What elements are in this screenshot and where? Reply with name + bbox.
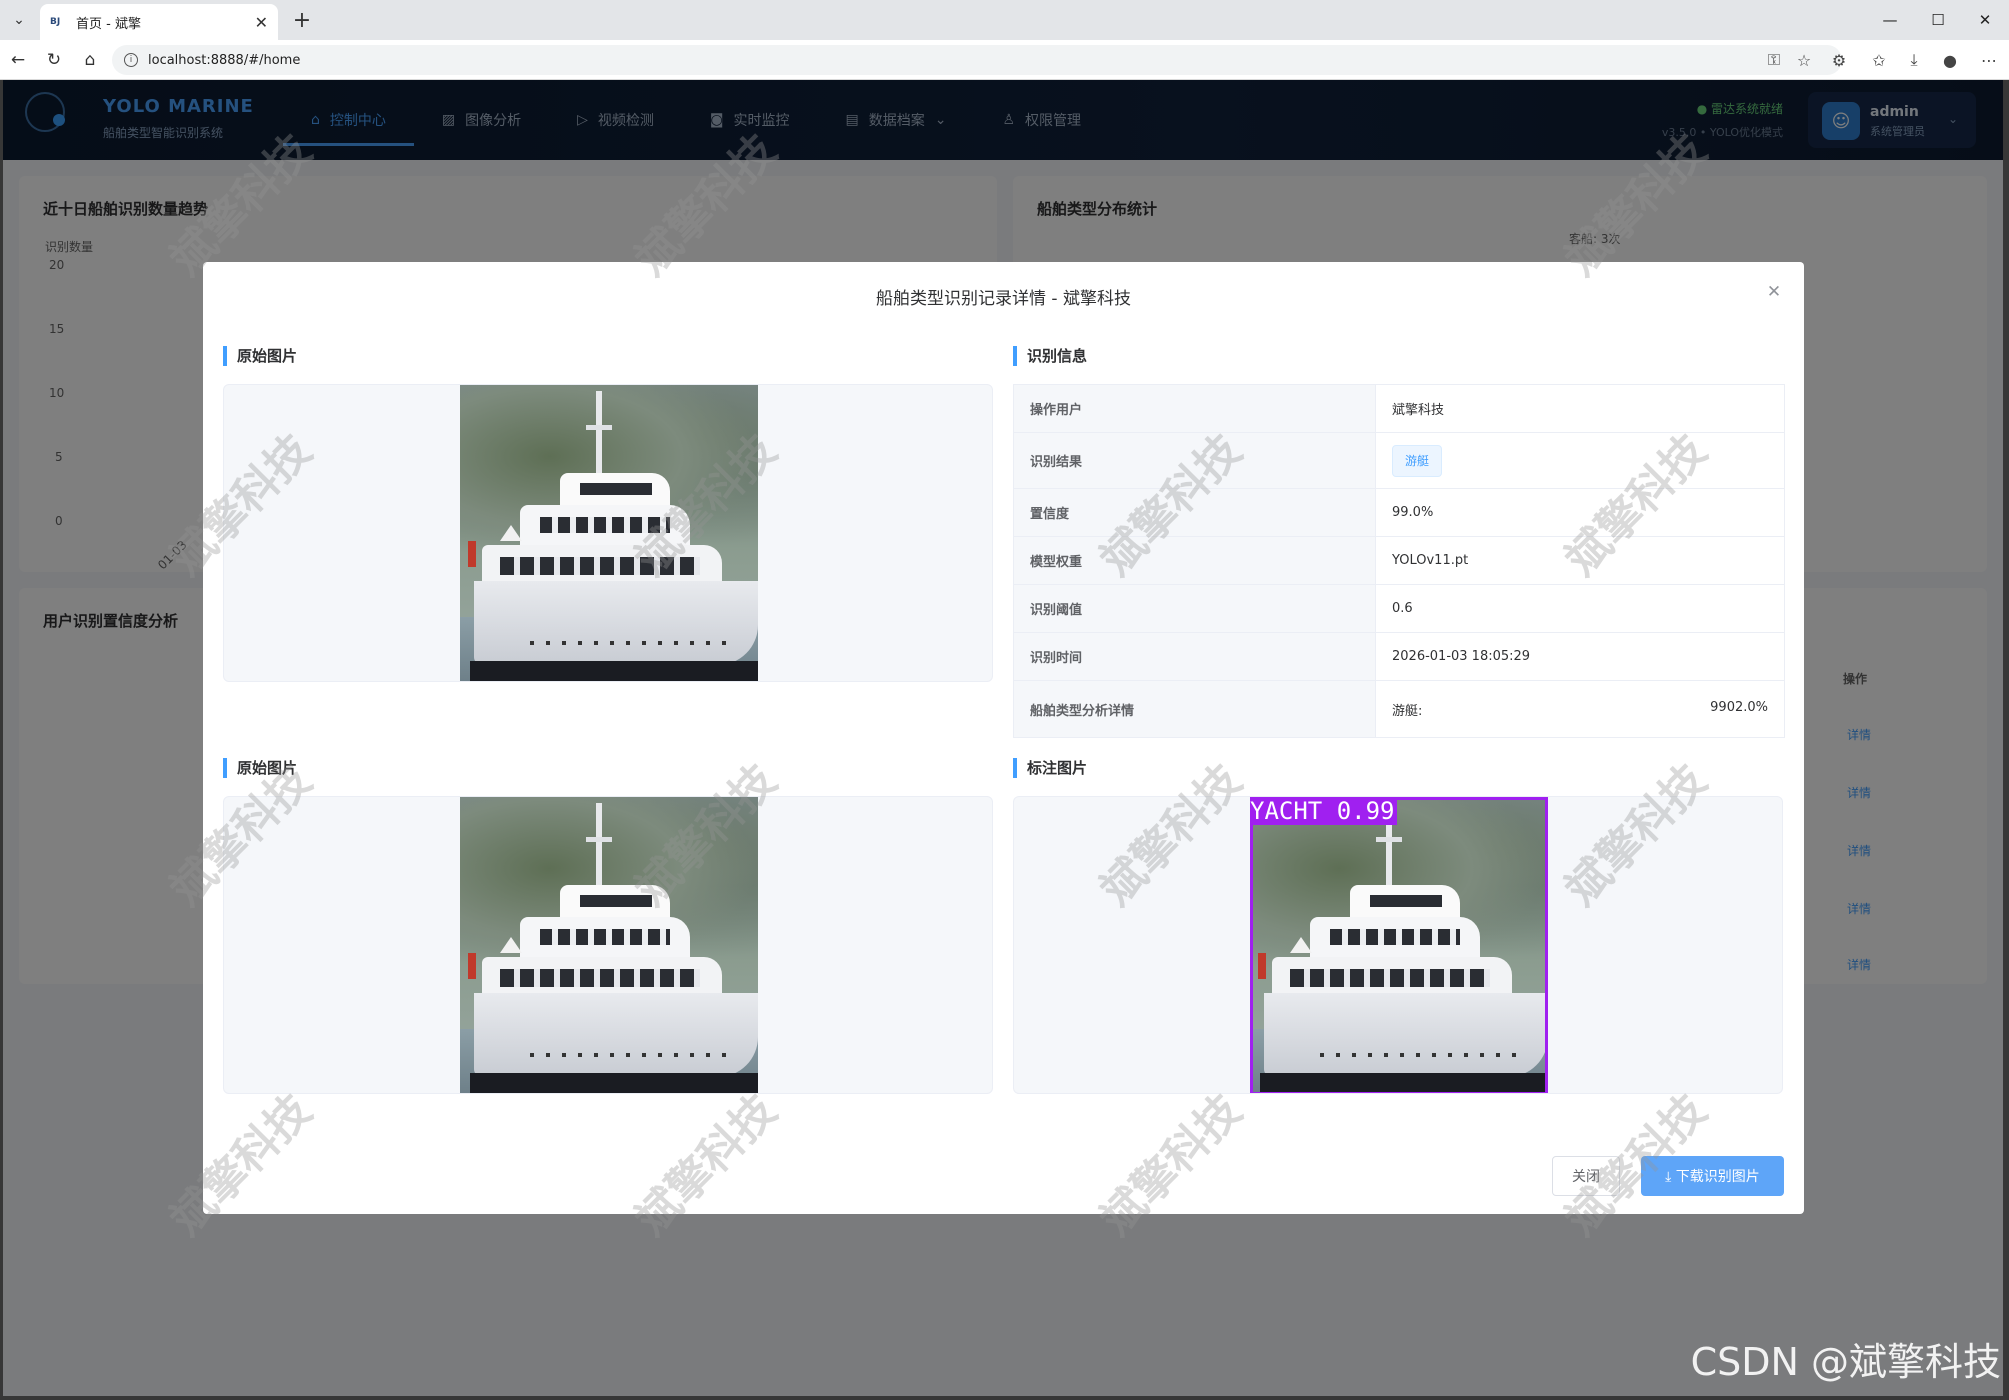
maximize-icon[interactable]: ☐ — [1914, 0, 1962, 40]
reload-icon[interactable]: ↻ — [40, 46, 68, 74]
section-annotated-image: 标注图片 — [1013, 758, 1087, 778]
annotated-ship-image: YACHT 0.99 — [1250, 797, 1548, 1093]
browser-toolbar: ← ↻ ⌂ i localhost:8888/#/home ⚿ ☆ ⚙ ✩ ⤓ … — [0, 40, 2009, 80]
info-row-type-detail: 船舶类型分析详情 游艇: 9902.0% — [1014, 681, 1784, 737]
minimize-icon[interactable]: — — [1866, 0, 1914, 40]
section-original-image: 原始图片 — [223, 346, 297, 366]
info-row-threshold: 识别阈值 0.6 — [1014, 585, 1784, 633]
dialog-title: 船舶类型识别记录详情 - 斌擎科技 — [876, 289, 1131, 309]
close-icon[interactable]: ✕ — [1764, 282, 1784, 302]
info-row-time: 识别时间 2026-01-03 18:05:29 — [1014, 633, 1784, 681]
original-image-panel — [223, 384, 993, 682]
section-original-image-2: 原始图片 — [223, 758, 297, 778]
ship-image — [460, 385, 758, 681]
home-icon[interactable]: ⌂ — [76, 46, 104, 74]
type-detail-percent: 9902.0% — [1710, 699, 1768, 715]
recognition-info-table: 操作用户 斌擎科技 识别结果 游艇 置信度 99.0% 模型权重 YOLOv11… — [1013, 384, 1785, 738]
window-close-icon[interactable]: ✕ — [1961, 0, 2009, 40]
annotated-image-panel: YACHT 0.99 — [1013, 796, 1783, 1094]
url-text: localhost:8888/#/home — [148, 52, 301, 68]
download-icon[interactable]: ⤓ — [1900, 46, 1928, 74]
csdn-watermark: CSDN @斌擎科技 — [1690, 1340, 2001, 1384]
site-info-icon[interactable]: i — [124, 53, 138, 67]
tab-list-chevron-icon[interactable]: ⌄ — [4, 5, 34, 35]
detection-bounding-box — [1250, 797, 1548, 1093]
ship-image — [460, 797, 758, 1093]
info-row-result: 识别结果 游艇 — [1014, 433, 1784, 489]
favicon-icon: BJ — [50, 17, 61, 27]
info-row-user: 操作用户 斌擎科技 — [1014, 385, 1784, 433]
browser-tab[interactable]: BJ 首页 - 斌擎 ✕ — [40, 4, 278, 40]
star-icon[interactable]: ☆ — [1790, 46, 1818, 74]
download-image-button[interactable]: ⤓ 下载识别图片 — [1641, 1156, 1784, 1196]
extensions-icon[interactable]: ⚙ — [1825, 46, 1853, 74]
address-bar[interactable]: i localhost:8888/#/home — [112, 45, 1842, 75]
profile-icon[interactable]: ● — [1936, 46, 1964, 74]
result-tag: 游艇 — [1392, 444, 1443, 477]
section-recognition-info: 识别信息 — [1013, 346, 1087, 366]
back-arrow-icon[interactable]: ← — [4, 46, 32, 74]
record-detail-dialog: 船舶类型识别记录详情 - 斌擎科技 ✕ 原始图片 识别信息 操作用户 斌擎科技 … — [203, 262, 1804, 1214]
tab-title: 首页 - 斌擎 — [76, 16, 141, 32]
original-image-panel-2 — [223, 796, 993, 1094]
new-tab-plus-icon[interactable]: + — [288, 6, 316, 34]
favorites-icon[interactable]: ✩ — [1865, 46, 1893, 74]
detection-label: YACHT 0.99 — [1250, 797, 1397, 825]
browser-tab-bar: ⌄ BJ 首页 - 斌擎 ✕ + — ☐ ✕ — [0, 0, 2009, 40]
info-row-model: 模型权重 YOLOv11.pt — [1014, 537, 1784, 585]
info-row-confidence: 置信度 99.0% — [1014, 489, 1784, 537]
close-button[interactable]: 关闭 — [1552, 1156, 1620, 1196]
more-menu-icon[interactable]: ⋯ — [1975, 46, 2003, 74]
type-detail-name: 游艇: — [1392, 703, 1423, 719]
key-icon[interactable]: ⚿ — [1760, 46, 1788, 74]
tab-close-icon[interactable]: ✕ — [255, 13, 268, 32]
